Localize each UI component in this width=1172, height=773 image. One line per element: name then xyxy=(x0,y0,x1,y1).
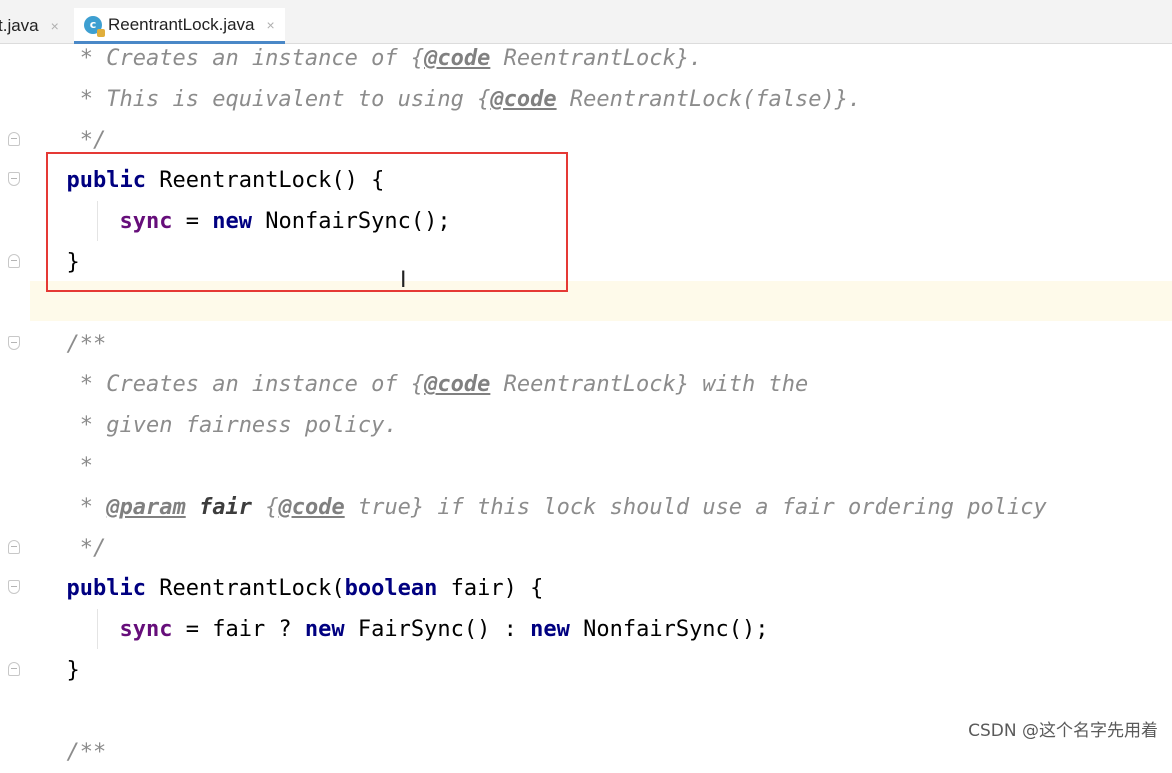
code-line[interactable]: } xyxy=(40,651,80,691)
code-token-doc: * Creates an instance of { xyxy=(79,372,425,398)
code-token-tag: @code xyxy=(424,46,491,71)
editor-tab-bar: t.java × c ReentrantLock.java × xyxy=(0,0,1172,44)
code-token-doc: */ xyxy=(79,127,107,153)
code-token-doc: */ xyxy=(79,535,107,561)
fold-marker-icon[interactable] xyxy=(8,132,20,146)
code-token-kw: new xyxy=(530,617,570,643)
code-token-doc: * This is equivalent to using { xyxy=(79,86,491,112)
code-token-doc: ReentrantLock(false)}. xyxy=(556,86,862,112)
code-token-kw: new xyxy=(304,617,345,643)
code-line[interactable]: public ReentrantLock(boolean fair) { xyxy=(40,569,544,609)
code-line[interactable]: * Creates an instance of {@code Reentran… xyxy=(40,39,703,79)
text-cursor-icon: I xyxy=(400,268,407,293)
fold-marker-icon[interactable] xyxy=(8,662,20,676)
code-line[interactable]: * given fairness policy. xyxy=(40,406,398,446)
code-token-doc: /** xyxy=(66,331,107,357)
code-line[interactable]: * @param fair {@code true} if this lock … xyxy=(40,488,1047,528)
code-token-fld: sync xyxy=(119,617,173,643)
fold-marker-icon[interactable] xyxy=(8,540,20,554)
fold-marker-icon[interactable] xyxy=(8,172,20,186)
code-token-tag: @code xyxy=(278,494,345,520)
fold-marker-icon[interactable] xyxy=(8,580,20,594)
code-line[interactable]: /** xyxy=(40,325,107,365)
fold-marker-icon[interactable] xyxy=(8,336,20,350)
code-token-tag: @param xyxy=(106,494,186,520)
code-line[interactable]: * xyxy=(40,447,93,487)
code-token-plain: ReentrantLock( xyxy=(145,576,345,602)
tab-label: ReentrantLock.java xyxy=(108,14,255,34)
code-token-tag: @code xyxy=(490,86,557,112)
code-token-plain: NonfairSync(); xyxy=(569,617,769,643)
code-token-doc xyxy=(186,495,199,520)
code-token-kw: public xyxy=(66,576,146,602)
code-token-kw: boolean xyxy=(344,576,438,602)
code-line[interactable]: * This is equivalent to using {@code Ree… xyxy=(40,80,861,120)
fold-marker-icon[interactable] xyxy=(8,254,20,268)
annotation-highlight-box xyxy=(46,152,568,292)
code-line[interactable]: * Creates an instance of {@code Reentran… xyxy=(40,365,809,405)
code-token-doc: * xyxy=(79,454,93,479)
code-token-tag: @code xyxy=(424,372,491,398)
code-line[interactable]: sync = fair ? new FairSync() : new Nonfa… xyxy=(40,610,769,650)
code-token-plain: = fair ? xyxy=(172,617,305,643)
code-token-doc: ReentrantLock} with the xyxy=(490,372,809,398)
code-token-doc: /** xyxy=(66,739,107,765)
code-token-doc: * given fairness policy. xyxy=(79,413,398,439)
code-line[interactable]: */ xyxy=(40,529,107,569)
code-token-plain: fair) { xyxy=(437,576,544,602)
watermark: CSDN @这个名字先用着 xyxy=(968,721,1158,741)
code-line[interactable]: /** xyxy=(40,733,107,773)
tab-label: t.java xyxy=(0,16,39,35)
code-token-plain: } xyxy=(66,658,80,683)
code-token-doc: ReentrantLock}. xyxy=(490,46,703,71)
close-icon[interactable]: × xyxy=(51,18,59,34)
java-class-icon: c xyxy=(84,15,105,37)
code-token-doc: * xyxy=(79,494,107,520)
close-icon[interactable]: × xyxy=(266,17,274,33)
code-token-pm: fair xyxy=(198,494,252,520)
editor-gutter xyxy=(0,44,30,747)
code-token-plain: FairSync() : xyxy=(344,617,531,643)
code-token-doc: true} if this lock should use a fair ord… xyxy=(344,494,1047,520)
code-token-doc: { xyxy=(251,494,279,520)
code-token-doc: * Creates an instance of { xyxy=(79,46,425,71)
